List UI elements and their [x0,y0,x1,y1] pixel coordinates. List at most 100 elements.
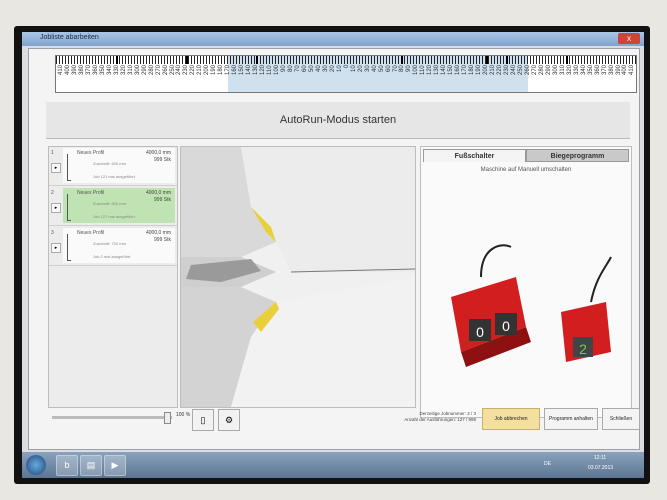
bending-view [180,146,416,408]
ruler-tick-label: 110 [267,65,274,75]
cable-left [480,244,512,278]
ruler-tick-label: 60 [385,65,392,72]
cable-right [590,256,612,303]
ruler-tick-label: 290 [141,65,148,76]
start-button[interactable] [26,455,46,475]
job-runs: Job 2 mal ausgeführt [93,254,131,259]
ruler-tick-label: 30 [322,65,329,72]
job-length: 4000,0 mm [145,150,171,156]
ruler-tick-label: 250 [517,65,524,76]
right-panel: Fußschalter Biegeprogramm Maschine auf M… [420,146,632,418]
clock-time: 12:11 [594,455,607,461]
folder-icon[interactable]: ▤ [80,455,102,476]
ruler-marker [486,56,488,64]
job-cut: Zuschnitt: 700 mm [93,241,126,246]
job-row[interactable]: 1 ▸ Neues Profil 4000,0 mm 999 Stk Zusch… [49,147,177,186]
job-length: 4000,0 mm [145,190,171,196]
document-icon[interactable]: ▯ [192,409,214,431]
ruler-marker [116,56,118,64]
ruler-tick-label: 0 [343,65,350,69]
ruler-tick-label: 260 [162,65,169,76]
job-count: 999 Stk [154,197,171,203]
app-icon-b[interactable]: b [56,455,78,476]
ruler-marker [566,56,568,64]
job-cut: Zuschnitt: 600 mm [93,161,126,166]
bending-ruler: 410 400 390 380 370 360 350 340 330 320 310 300 290 2… [55,55,637,93]
job-card: Neues Profil 4000,0 mm 999 Stk Zuschnitt… [63,228,175,263]
job-info: Derzeitige Jobnummer: 2 / 3 Anzahl der A… [398,411,476,423]
ruler-tick-label: 280 [538,65,545,76]
ruler-tick-label: 280 [148,65,155,76]
ruler-tick-label: 270 [531,65,538,76]
close-button[interactable]: x [618,33,640,44]
pedal-left-digit: 0 [476,324,484,340]
page-title: AutoRun-Modus starten [279,114,397,126]
ruler-tick-label: 60 [301,65,308,72]
job-row[interactable]: 3 ▸ Neues Profil 4000,0 mm 999 Stk Zusch… [49,227,177,266]
ruler-tick-label: 40 [315,65,322,72]
bottom-toolbar: 100 % ▯ ⚙ Derzeitige Jobnummer: 2 / 3 An… [46,408,640,432]
ruler-tick-label: 370 [85,65,92,76]
expand-icon[interactable]: ▸ [51,243,61,253]
ruler-tick-label: 80 [287,65,294,72]
job-name: Neues Profil [77,230,105,236]
job-runs: Job 121 mal ausgeführt [93,174,135,179]
ruler-tick-label: 350 [587,65,594,76]
settings-icon[interactable]: ⚙ [218,409,240,431]
mode-header: AutoRun-Modus starten [46,102,630,139]
ruler-tick-label: 20 [357,65,364,72]
execution-count: Anzahl der Ausführungen: 127 / 999 [404,417,476,422]
ruler-tick-label: 400 [64,65,71,76]
pedal-left-digit: 0 [502,318,510,334]
ruler-marker [401,56,403,64]
ruler-tick-label: 30 [364,65,371,72]
ruler-tick-label: 340 [106,65,113,76]
expand-icon[interactable]: ▸ [51,163,61,173]
ruler-ticks [56,56,636,64]
window-titlebar: Jobliste abarbeiten x [22,32,644,46]
expand-icon[interactable]: ▸ [51,203,61,213]
close-button[interactable]: Schließen [602,408,640,430]
upper-bg [241,147,415,272]
ruler-marker [186,56,188,64]
job-name: Neues Profil [77,190,105,196]
job-cut: Zuschnitt: 600 mm [93,201,126,206]
pedal-right-digit: 2 [579,341,587,357]
profile-icon [67,234,71,261]
screen: Jobliste abarbeiten x 410 400 390 380 370 360… [22,32,644,478]
system-tray: DE 12:11 03.07.2013 [534,452,644,478]
language-indicator[interactable]: DE [544,461,551,467]
ruler-tick-label: 240 [510,65,517,76]
bending-tool-graphic [181,147,416,407]
job-row-selected[interactable]: 2 ▸ Neues Profil 4000,0 mm 999 Stk Zusch… [49,187,177,226]
media-icon[interactable]: ▶ [104,455,126,476]
zoom-slider[interactable] [52,412,172,424]
job-name: Neues Profil [77,150,105,156]
ruler-tick-label: 410 [58,65,64,76]
stop-program-button[interactable]: Programm anhalten [544,408,598,430]
job-length: 4000,0 mm [145,230,171,236]
job-count: 999 Stk [154,157,171,163]
ruler-tick-label: 20 [329,65,336,72]
ruler-tick-label: 50 [308,65,315,72]
profile-icon [67,194,71,221]
ruler-tick-label: 220 [497,65,504,76]
ruler-tick-label: 70 [294,65,301,72]
abort-job-button[interactable]: Job abbrechen [482,408,540,430]
ruler-tick-label: 270 [155,65,162,76]
ruler-labels: 410 400 390 380 370 360 350 340 330 320 310 300 290 2… [58,65,636,91]
ruler-tick-label: 370 [601,65,608,76]
ruler-tick-label: 360 [594,65,601,76]
ruler-tick-label: 350 [99,65,106,76]
ruler-tick-label: 100 [274,65,281,76]
ruler-tick-label: 210 [490,65,497,76]
footswitch-graphic: 0 0 2 [451,244,612,367]
ruler-tick-label: 10 [336,65,343,72]
ruler-tick-label: 410 [629,65,636,76]
window-title: Jobliste abarbeiten [40,34,99,41]
ruler-tick-label: 290 [545,65,552,76]
zoom-slider-handle[interactable] [164,412,171,424]
zoom-level: 100 % [176,412,191,418]
ruler-tick-label: 330 [573,65,580,76]
ruler-tick-label: 320 [120,65,127,76]
